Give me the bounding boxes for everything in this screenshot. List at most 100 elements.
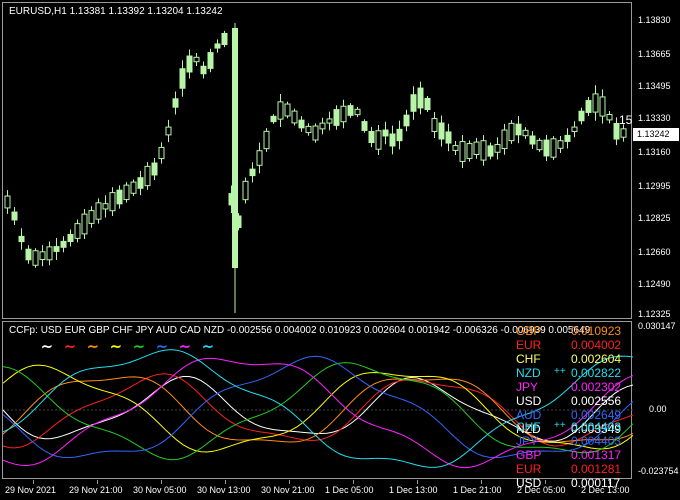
main-chart-pane[interactable]: EURUSD,H1 1.13381 1.13392 1.13204 1.1324…	[2, 2, 632, 319]
candle-body	[494, 144, 501, 153]
price-label: 1.12825	[638, 213, 671, 223]
candle-body	[172, 98, 179, 108]
currency-value: 0.004403	[571, 434, 622, 448]
candle-body	[249, 168, 256, 177]
price-label: 1.13665	[638, 49, 671, 59]
time-label: 30 Nov 05:00	[133, 485, 187, 495]
candle-body	[452, 145, 459, 151]
price-label: 1.13830	[638, 15, 671, 25]
candle-body	[333, 109, 340, 126]
candle-body	[291, 110, 298, 124]
currency-name: JPY	[516, 380, 539, 394]
wave-icon: ∼	[64, 338, 76, 354]
candle-body	[151, 162, 158, 176]
currency-name: CHF	[516, 352, 541, 366]
candle-body	[508, 122, 515, 142]
time-label: 2 Dec 13:00	[581, 485, 630, 495]
candle-body	[305, 125, 312, 134]
indicator-pane[interactable]: CCFp: USD EUR GBP CHF JPY AUD CAD NZD -0…	[2, 321, 633, 490]
price-axis: 1.13830 1.13665 1.13495 1.13330 1.13160 1.129…	[633, 0, 680, 500]
candle-body	[158, 146, 165, 160]
wave-icon: ∼	[110, 338, 122, 354]
time-tick	[417, 480, 418, 484]
time-tick	[353, 480, 354, 484]
time-tick	[161, 480, 162, 484]
candle-body	[88, 210, 95, 224]
chart-marker: 15	[619, 113, 633, 127]
candle-body	[39, 251, 46, 261]
candle-body	[67, 233, 74, 243]
candle-body	[487, 145, 494, 157]
wave-icon: ∼	[41, 338, 53, 354]
candle-body	[81, 213, 88, 235]
candle-body	[298, 119, 305, 129]
time-tick	[481, 480, 482, 484]
candle-body	[284, 103, 291, 117]
currency-name: EUR	[516, 462, 542, 476]
currency-value: 0.002604	[571, 352, 622, 366]
time-label: 29 Nov 2021	[5, 485, 57, 495]
indicator-currencies: USD EUR GBP CHF JPY AUD CAD NZD	[40, 325, 225, 336]
candle-body	[396, 128, 403, 142]
price-label: 1.12490	[638, 279, 671, 289]
candle-body	[123, 184, 130, 201]
time-tick	[545, 480, 546, 484]
currency-name: USD	[516, 394, 542, 408]
candle-body	[522, 129, 529, 137]
trend-arrow: ++	[554, 420, 566, 431]
candle-spike-body	[232, 28, 238, 268]
trend-arrow: ++	[554, 366, 566, 377]
time-tick	[289, 480, 290, 484]
currency-name: EUR	[516, 338, 542, 352]
candle-body	[326, 118, 333, 124]
candle-body	[501, 129, 508, 150]
time-axis: 29 Nov 2021 29 Nov 21:00 30 Nov 05:00 30 No…	[0, 480, 680, 500]
candle-body	[116, 189, 123, 205]
time-label: 1 Dec 05:00	[325, 485, 374, 495]
candle-body	[109, 192, 116, 212]
candle-body	[263, 130, 270, 150]
currency-value: 0.001281	[571, 462, 622, 476]
candle-body	[354, 108, 361, 116]
candle-body	[165, 126, 172, 136]
price-label: 1.13330	[638, 113, 671, 123]
candle-body	[32, 250, 39, 266]
candlestick-chart	[4, 23, 627, 313]
wave-icon: ∼	[87, 338, 99, 354]
candle-body	[102, 203, 109, 210]
candle-body	[438, 122, 445, 140]
symbol-header: EURUSD,H1 1.13381 1.13392 1.13204 1.1324…	[9, 6, 223, 17]
currency-name: GBP	[516, 448, 542, 462]
time-tick	[97, 480, 98, 484]
time-label: 2 Dec 05:00	[517, 485, 566, 495]
candle-body	[459, 141, 466, 162]
wave-icon: ∼	[133, 338, 145, 354]
price-label: 1.12660	[638, 247, 671, 257]
candle-body	[221, 32, 228, 46]
price-label: 1.12995	[638, 181, 671, 191]
candle-body	[361, 121, 368, 131]
candle-body	[25, 248, 32, 261]
candle-body	[515, 123, 522, 136]
candle-body	[242, 180, 249, 201]
wave-icon: ∼	[156, 338, 168, 354]
candle-body	[193, 56, 200, 63]
time-label: 29 Nov 21:00	[69, 485, 123, 495]
candle-body	[4, 195, 11, 209]
candle-body	[564, 134, 571, 142]
time-label: 1 Dec 21:00	[453, 485, 502, 495]
symbol-label: EURUSD,H1	[9, 6, 67, 17]
currency-value: 0.010923	[571, 324, 622, 338]
candle-body	[592, 93, 599, 113]
candle-body	[557, 140, 564, 149]
candle-body	[270, 115, 277, 123]
candle-body	[179, 68, 186, 89]
indicator-name: CCFp:	[9, 325, 38, 336]
candle-body	[18, 235, 25, 243]
indicator-axis-bottom: -0.023754	[638, 466, 679, 476]
time-tick	[33, 480, 34, 484]
indicator-axis-zero: 0.00	[649, 404, 667, 414]
time-label: 30 Nov 13:00	[197, 485, 251, 495]
wave-icon: ∼	[202, 338, 214, 354]
candle-body	[186, 55, 193, 73]
